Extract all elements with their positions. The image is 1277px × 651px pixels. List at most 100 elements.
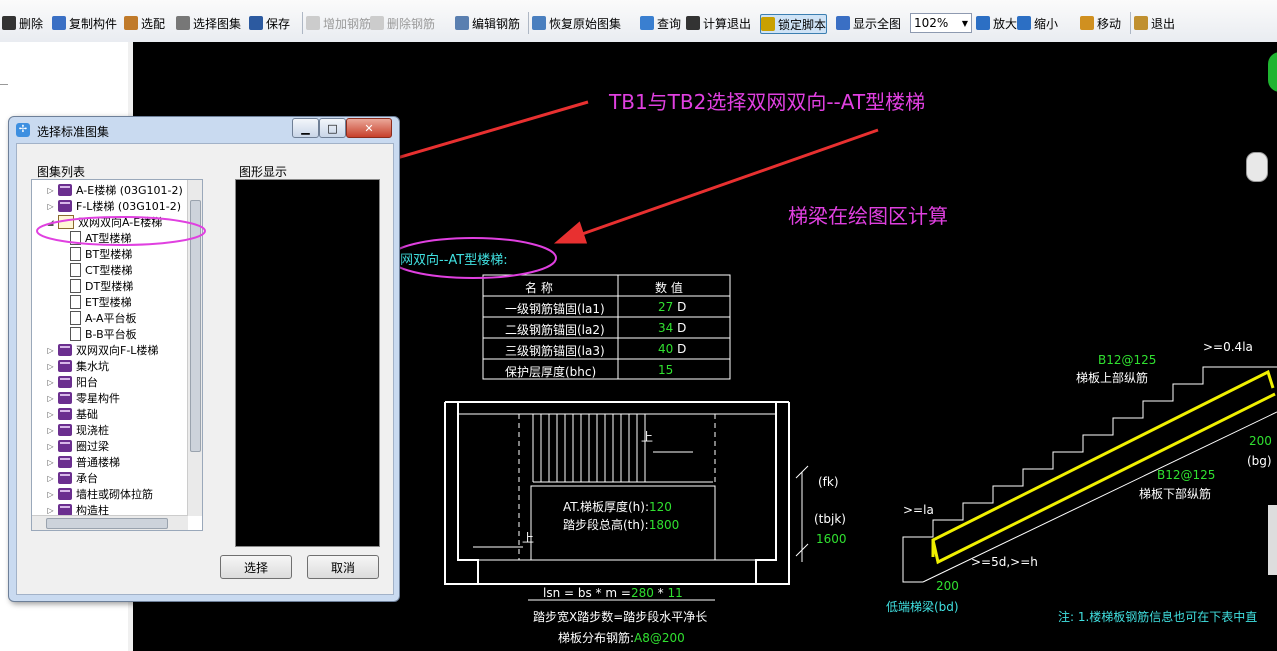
expand-icon[interactable]: ▷ (46, 346, 55, 355)
select-atlas-dialog: ✢ 选择标准图集 ▁ □ ✕ 图集列表 图形显示 ▷ A-E楼梯 (03G101-… (8, 116, 400, 602)
toolbar-fit-button[interactable]: 显示全图 (836, 14, 901, 32)
tree-hscroll-thumb[interactable] (46, 518, 168, 529)
expand-icon[interactable]: ▷ (46, 186, 55, 195)
dialog-title: 选择标准图集 (37, 125, 110, 139)
toolbar-label: 删除 (19, 16, 44, 31)
toolbar-add-rebar-button[interactable]: 增加钢筋 (306, 14, 371, 32)
expand-icon[interactable]: ▷ (46, 426, 55, 435)
tree-item[interactable]: ▷ 阳台 (46, 374, 98, 390)
expand-icon[interactable]: ▷ (46, 378, 55, 387)
tree-item[interactable]: ▷ A-E楼梯 (03G101-2) (46, 182, 183, 198)
green-side-button[interactable] (1268, 52, 1277, 92)
toolbar-delete-rebar-button[interactable]: 删除钢筋 (370, 14, 435, 32)
expand-icon[interactable]: ▷ (46, 394, 55, 403)
toolbar-label: 删除钢筋 (387, 16, 436, 31)
tree-item[interactable]: A-A平台板 (68, 310, 137, 326)
tree-item-label: ET型楼梯 (85, 296, 132, 309)
zoom-in-icon (976, 16, 990, 30)
tree-item[interactable]: ▷ 基础 (46, 406, 98, 422)
cancel-button[interactable]: 取消 (307, 555, 379, 579)
table-row-value[interactable]: 15 (658, 363, 673, 377)
tree-item[interactable]: ▷ 圈过梁 (46, 438, 109, 454)
tree-item[interactable]: ▷ 墙柱或砌体拉筋 (46, 486, 153, 502)
toolbar-restore-button[interactable]: 恢复原始图集 (532, 14, 621, 32)
toolbar-match-button[interactable]: 选配 (124, 14, 165, 32)
book-icon (58, 488, 72, 500)
tree-item[interactable]: ▷ 现浇桩 (46, 422, 109, 438)
toolbar-label: 恢复原始图集 (549, 16, 622, 31)
tree-item-label: B-B平台板 (85, 328, 137, 341)
zoom-select[interactable]: 102% ▼ (910, 13, 972, 33)
toolbar-zoom-in-button[interactable]: 放大 (976, 14, 1017, 32)
expand-icon[interactable]: ▷ (46, 490, 55, 499)
preview-area (235, 179, 380, 547)
toolbar-label: 退出 (1151, 16, 1176, 31)
plan-formula-caption: 踏步宽X踏步数=踏步段水平净长 (533, 610, 708, 624)
toolbar-separator (528, 12, 529, 34)
chevron-down-icon: ▼ (961, 18, 968, 28)
section-top-rebar: B12@125 (1098, 353, 1157, 367)
expand-icon[interactable]: ▷ (46, 458, 55, 467)
tree-item[interactable]: B-B平台板 (68, 326, 137, 342)
toolbar-save-button[interactable]: 保存 (249, 14, 290, 32)
tree-hscrollbar[interactable] (32, 515, 188, 530)
plan-up-label-lower: 上 (522, 531, 535, 545)
book-icon (58, 376, 72, 388)
expand-icon[interactable]: ▷ (46, 506, 55, 515)
toolbar-zoom-out-button[interactable]: 缩小 (1017, 14, 1058, 32)
tree-item[interactable]: DT型楼梯 (68, 278, 133, 294)
toolbar-label: 锁定脚本 (778, 17, 827, 32)
tree-item[interactable]: ▷ 零星构件 (46, 390, 120, 406)
toolbar-pan-button[interactable]: 移动 (1080, 14, 1121, 32)
copy-icon (52, 16, 66, 30)
plan-up-label: 上 (641, 430, 654, 444)
match-icon (124, 16, 138, 30)
expand-icon[interactable]: ▷ (46, 202, 55, 211)
toolbar-delete-button[interactable]: 删除 (2, 14, 43, 32)
select-button[interactable]: 选择 (220, 555, 292, 579)
tree-item[interactable]: ET型楼梯 (68, 294, 132, 310)
toolbar-exit-button[interactable]: 退出 (1134, 14, 1175, 32)
canvas-heading: 双网双向--AT型楼梯: (387, 253, 508, 268)
toolbar-edit-rebar-button[interactable]: 编辑钢筋 (455, 14, 520, 32)
edit-rebar-icon (455, 16, 469, 30)
expand-icon[interactable]: ▷ (46, 410, 55, 419)
tree-item-label: CT型楼梯 (85, 264, 133, 277)
left-panel-grip (0, 84, 8, 85)
table-row-value[interactable]: 27 D (658, 300, 686, 314)
toolbar-calc-exit-button[interactable]: 计算退出 (686, 14, 751, 32)
tree-item[interactable]: ▷ 承台 (46, 470, 98, 486)
close-button[interactable]: ✕ (346, 118, 392, 138)
restore-icon (532, 16, 546, 30)
toolbar-query-button[interactable]: 查询 (640, 14, 681, 32)
book-icon (58, 344, 72, 356)
stair-section (902, 366, 1277, 583)
tree-item[interactable]: ▷ 双网双向F-L楼梯 (46, 342, 158, 358)
expand-icon[interactable]: ▷ (46, 442, 55, 451)
document-icon (70, 279, 81, 293)
table-header-name: 名 称 (525, 281, 553, 295)
tree-item[interactable]: CT型楼梯 (68, 262, 132, 278)
tree-item[interactable]: ▷ 普通楼梯 (46, 454, 120, 470)
rebar-lines (931, 369, 1276, 565)
toolbar-lock-button[interactable]: 锁定脚本 (760, 14, 828, 34)
table-row-value[interactable]: 40 D (658, 342, 686, 356)
tree-item[interactable]: ▷ 集水坑 (46, 358, 109, 374)
toolbar-label: 复制构件 (69, 16, 118, 31)
book-icon (58, 424, 72, 436)
toolbar-label: 增加钢筋 (323, 16, 372, 31)
annotation-tb1-tb2: TB1与TB2选择双网双向--AT型楼梯 (609, 90, 926, 114)
tree-item-label: A-E楼梯 (03G101-2) (76, 184, 183, 197)
expand-icon[interactable]: ▷ (46, 362, 55, 371)
query-icon (640, 16, 654, 30)
toolbar-atlas-button[interactable]: 选择图集 (176, 14, 241, 32)
right-scrollbar[interactable] (1268, 505, 1277, 575)
expand-icon[interactable]: ▷ (46, 474, 55, 483)
toolbar-copy-button[interactable]: 复制构件 (52, 14, 117, 32)
table-row-value[interactable]: 34 D (658, 321, 686, 335)
maximize-button[interactable]: □ (319, 118, 346, 138)
minimize-button[interactable]: ▁ (292, 118, 319, 138)
fit-icon (836, 16, 850, 30)
plan-distribution: 梯板分布钢筋:A8@200 (558, 631, 685, 645)
tree-item-label: 墙柱或砌体拉筋 (76, 488, 153, 501)
